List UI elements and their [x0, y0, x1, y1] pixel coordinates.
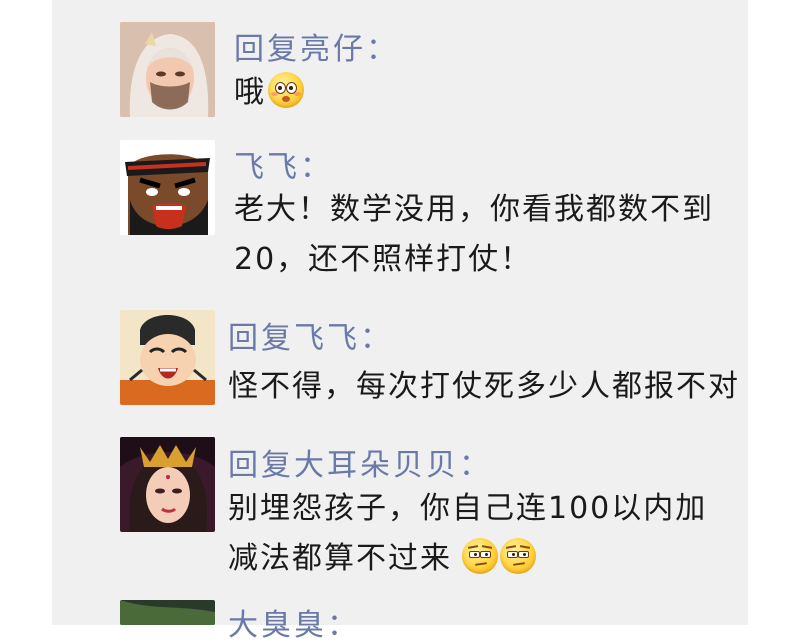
lady-avatar[interactable]	[120, 437, 215, 532]
comment-author[interactable]: 飞飞：	[234, 142, 333, 186]
sly-face-icon	[462, 538, 498, 574]
comment-author[interactable]: 回复大耳朵贝贝：	[228, 440, 492, 484]
comment-text-line: 哦	[234, 75, 266, 110]
comment-text: 哦	[234, 68, 304, 118]
comment-author[interactable]: 回复飞飞：	[228, 313, 393, 357]
comment-text: 减法都算不过来	[228, 534, 536, 584]
sly-face-icon	[500, 538, 536, 574]
green-avatar[interactable]	[120, 600, 215, 625]
comment-author[interactable]: 回复亮仔：	[234, 24, 399, 68]
liubei-avatar[interactable]	[120, 310, 215, 405]
comment-text: 老大！数学没用，你看我都数不到	[234, 192, 714, 227]
flushed-face-icon	[268, 72, 304, 108]
comment-panel: 回复亮仔： 哦 飞飞： 老大！数学没用，你看我都数不到 20，还不照样打仗！ 回…	[52, 0, 748, 643]
comment-text: 怪不得，每次打仗死多少人都报不对	[228, 369, 740, 404]
comment-text: 别埋怨孩子，你自己连100以内加	[228, 491, 708, 526]
comment-author[interactable]: 大臭臭：	[228, 600, 360, 644]
comment-text-line: 减法都算不过来	[228, 541, 452, 576]
zhangfei-avatar[interactable]	[120, 140, 215, 235]
comment-text: 20，还不照样打仗！	[234, 242, 533, 277]
girl-avatar[interactable]	[120, 22, 215, 117]
